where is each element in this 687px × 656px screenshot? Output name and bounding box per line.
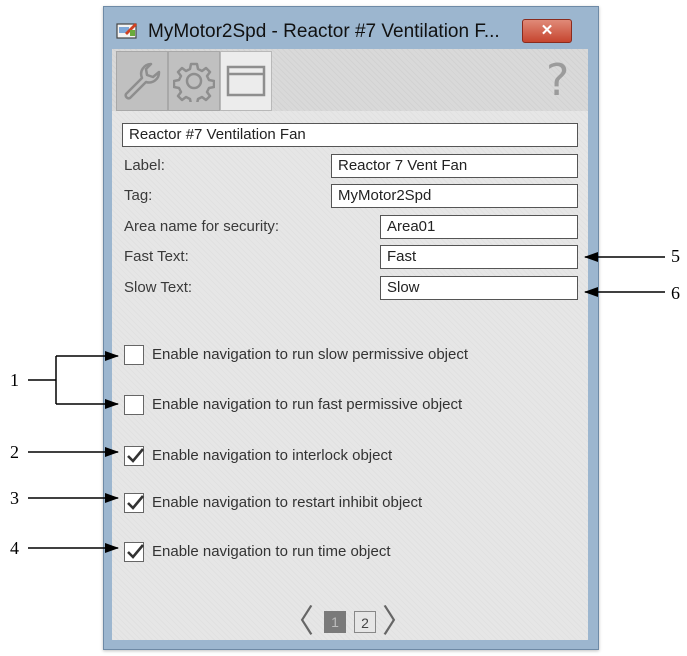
callout-6: 6 [671, 283, 680, 303]
checkbox-label: Enable navigation to run fast permissive… [152, 396, 463, 413]
faceplate-body: ? Reactor #7 Ventilation Fan Label: Reac… [112, 49, 588, 640]
page-2-button[interactable]: 2 [354, 611, 376, 633]
title-bar[interactable]: MyMotor2Spd - Reactor #7 Ventilation F..… [104, 7, 598, 49]
checkmark-icon [127, 495, 144, 510]
callout-5: 5 [671, 246, 680, 266]
tab-display[interactable] [220, 51, 272, 111]
checkbox-label: Enable navigation to run time object [152, 543, 391, 560]
callout-2: 2 [10, 442, 19, 462]
callout-1: 1 [10, 370, 19, 390]
tab-toolbar: ? [112, 49, 588, 111]
area-caption: Area name for security: [124, 218, 280, 235]
previous-page-button[interactable]: 〈 [282, 605, 314, 637]
checkbox-label: Enable navigation to interlock object [152, 447, 393, 464]
app-icon [116, 21, 138, 39]
pager: 〈 1 2 〉 [282, 605, 422, 639]
callout-3: 3 [10, 488, 19, 508]
checkmark-icon [127, 544, 144, 559]
tag-caption: Tag: [124, 187, 153, 204]
close-button[interactable]: ✕ [522, 19, 572, 43]
window-title: MyMotor2Spd - Reactor #7 Ventilation F..… [148, 21, 500, 42]
tag-input[interactable]: MyMotor2Spd [331, 184, 578, 208]
checkbox[interactable] [124, 493, 144, 513]
faceplate-window: MyMotor2Spd - Reactor #7 Ventilation F..… [103, 6, 599, 650]
label-input[interactable]: Reactor 7 Vent Fan [331, 154, 578, 178]
slow-text-caption: Slow Text: [124, 279, 193, 296]
checkbox[interactable] [124, 345, 144, 365]
checkmark-icon [127, 448, 144, 463]
callout-4: 4 [10, 538, 19, 558]
help-icon[interactable]: ? [546, 55, 569, 106]
label-caption: Label: [124, 157, 165, 174]
description-input[interactable]: Reactor #7 Ventilation Fan [122, 123, 578, 147]
fast-text-input[interactable]: Fast [380, 245, 578, 269]
tab-engineering[interactable] [168, 51, 220, 111]
page-1-button[interactable]: 1 [324, 611, 346, 633]
checkbox[interactable] [124, 542, 144, 562]
checkbox-label: Enable navigation to run slow permissive… [152, 346, 469, 363]
checkbox[interactable] [124, 395, 144, 415]
checkbox[interactable] [124, 446, 144, 466]
fast-text-caption: Fast Text: [124, 248, 189, 265]
checkbox-label: Enable navigation to restart inhibit obj… [152, 494, 423, 511]
tab-maintenance[interactable] [116, 51, 168, 111]
slow-text-input[interactable]: Slow [380, 276, 578, 300]
next-page-button[interactable]: 〉 [382, 605, 414, 637]
area-input[interactable]: Area01 [380, 215, 578, 239]
